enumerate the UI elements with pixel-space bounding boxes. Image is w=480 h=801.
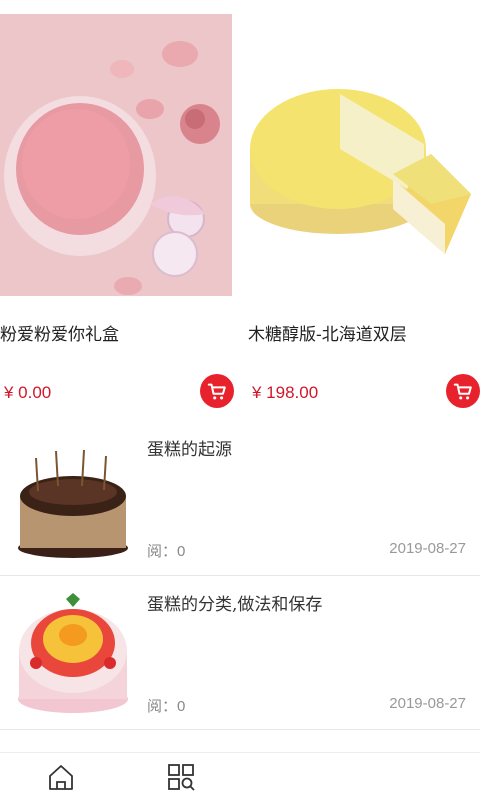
category-search-icon [168, 764, 195, 791]
divider [0, 575, 480, 576]
article-date: 2019-08-27 [389, 540, 466, 557]
article-title[interactable]: 蛋糕的分类,做法和保存 [147, 590, 322, 615]
article-thumbnail[interactable] [16, 436, 130, 560]
add-to-cart-button[interactable] [200, 374, 234, 408]
cart-icon [207, 383, 226, 400]
add-to-cart-button[interactable] [446, 374, 480, 408]
product-card[interactable]: 木糖醇版-北海道双层 ¥ 198.00 [248, 0, 480, 420]
product-name[interactable]: 粉爱粉爱你礼盒 [0, 320, 240, 345]
article-title[interactable]: 蛋糕的起源 [147, 435, 232, 460]
article-list-item[interactable]: 蛋糕的起源 阅：0 2019-08-27 [0, 422, 480, 574]
divider [0, 729, 480, 730]
article-read-count: 阅：0 [147, 698, 186, 715]
product-price: ¥ 0.00 [4, 383, 52, 402]
nav-category-button[interactable] [163, 759, 199, 795]
nav-home-button[interactable] [43, 759, 79, 795]
product-image[interactable] [248, 14, 480, 296]
article-list-item[interactable]: 蛋糕的分类,做法和保存 阅：0 2019-08-27 [0, 577, 480, 729]
product-name[interactable]: 木糖醇版-北海道双层 [248, 320, 480, 345]
article-date: 2019-08-27 [389, 695, 466, 712]
home-icon [49, 765, 73, 790]
product-image[interactable] [0, 14, 232, 296]
product-grid: 粉爱粉爱你礼盒 ¥ 0.00 木糖醇版-北海道双层 ¥ 198.00 [0, 0, 480, 420]
bottom-navigation [0, 752, 480, 801]
product-price: ¥ 198.00 [252, 383, 319, 402]
cart-icon [453, 383, 472, 400]
article-read-count: 阅：0 [147, 543, 186, 560]
product-card[interactable]: 粉爱粉爱你礼盒 ¥ 0.00 [0, 0, 234, 420]
article-thumbnail[interactable] [16, 591, 130, 715]
